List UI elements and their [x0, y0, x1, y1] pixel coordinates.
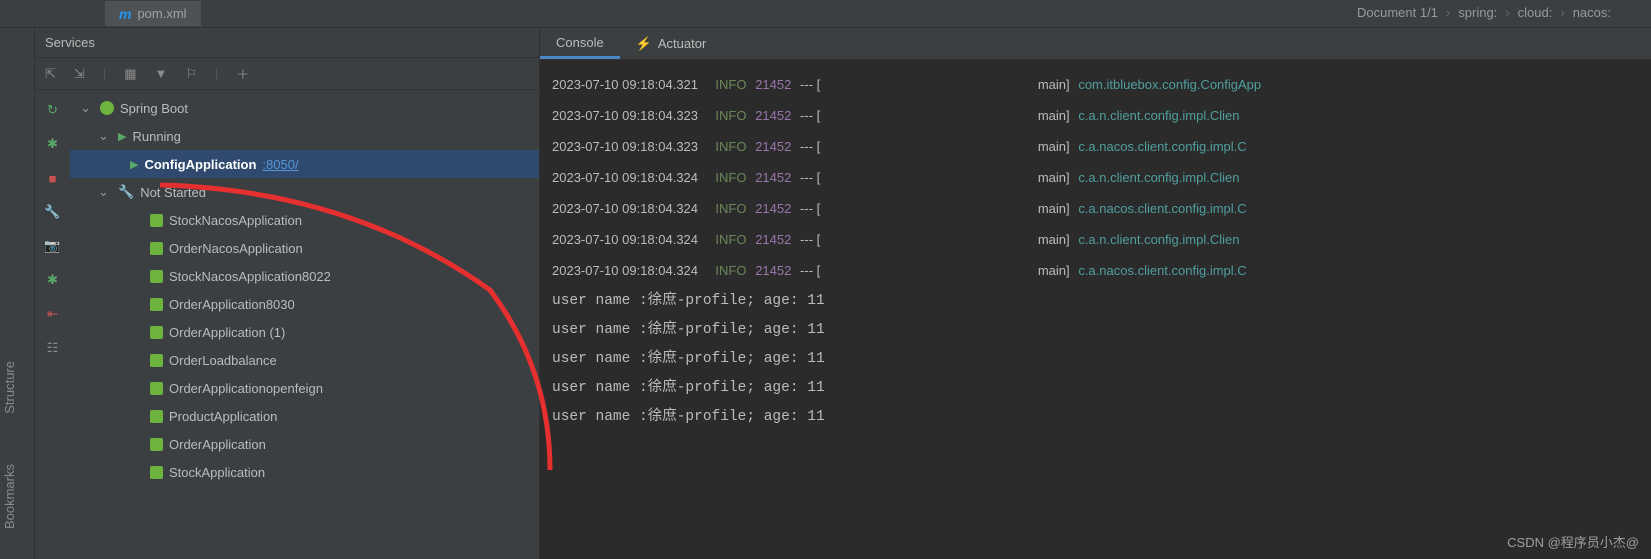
collapse-all-icon[interactable]: ⇲ — [74, 66, 85, 82]
console-output[interactable]: 2023-07-10 09:18:04.321 INFO 21452 --- [… — [540, 60, 1651, 559]
spring-icon — [150, 214, 163, 227]
spring-icon — [150, 326, 163, 339]
tree-app[interactable]: ProductApplication — [70, 402, 539, 430]
panel-title: Services — [45, 35, 95, 50]
bug-icon[interactable]: ✱ — [43, 270, 63, 290]
tree-app[interactable]: StockNacosApplication — [70, 206, 539, 234]
breadcrumb: Document 1/1› spring:› cloud:› nacos: — [1357, 5, 1611, 20]
tree-app[interactable]: OrderApplication8030 — [70, 290, 539, 318]
add-icon[interactable]: ＋ — [236, 64, 249, 83]
spring-icon — [150, 466, 163, 479]
app-name: ConfigApplication — [144, 157, 256, 172]
app-port-link[interactable]: :8050/ — [262, 157, 298, 172]
tab-actuator[interactable]: ⚡Actuator — [620, 28, 723, 59]
spring-icon — [150, 270, 163, 283]
tree-root[interactable]: ⌄ Spring Boot — [70, 94, 539, 122]
spring-icon — [100, 101, 114, 115]
debug-icon[interactable]: ✱ — [43, 134, 63, 154]
tree-app[interactable]: StockNacosApplication8022 — [70, 262, 539, 290]
actuator-icon: ⚡ — [636, 36, 652, 52]
play-icon: ▶ — [118, 130, 126, 143]
services-panel: Services ⇱ ⇲ | ▦ ▼ ⚐ | ＋ ↻ ✱ ■ 🔧 📷 ✱ ⇤ ☷ — [35, 28, 540, 559]
play-icon: ▶ — [130, 158, 138, 171]
exit-icon[interactable]: ⇤ — [43, 304, 63, 324]
breadcrumb-item[interactable]: spring: — [1458, 5, 1497, 20]
tree-app[interactable]: OrderApplicationopenfeign — [70, 374, 539, 402]
wrench-icon: 🔧 — [118, 184, 134, 200]
main-area: Services ⇱ ⇲ | ▦ ▼ ⚐ | ＋ ↻ ✱ ■ 🔧 📷 ✱ ⇤ ☷ — [0, 28, 1651, 559]
breadcrumb-item[interactable]: cloud: — [1518, 5, 1553, 20]
spring-icon — [150, 298, 163, 311]
top-bar: m pom.xml Document 1/1› spring:› cloud:›… — [0, 0, 1651, 28]
console-tabs: Console ⚡Actuator — [540, 28, 1651, 60]
bookmark-icon[interactable]: ⚐ — [185, 66, 197, 82]
watermark: CSDN @程序员小杰@ — [1507, 532, 1639, 551]
bookmarks-tab[interactable]: Bookmarks — [2, 464, 17, 529]
notstarted-label: Not Started — [140, 185, 206, 200]
spring-icon — [150, 242, 163, 255]
layout-icon[interactable]: ☷ — [43, 338, 63, 358]
panel-header: Services — [35, 28, 539, 58]
side-labels: Structure Bookmarks — [2, 361, 17, 529]
spring-icon — [150, 410, 163, 423]
tree-notstarted[interactable]: ⌄🔧 Not Started — [70, 178, 539, 206]
tree-app[interactable]: OrderApplication (1) — [70, 318, 539, 346]
spring-icon — [150, 438, 163, 451]
tree-app[interactable]: StockApplication — [70, 458, 539, 486]
tree-app[interactable]: OrderApplication — [70, 430, 539, 458]
tree-app[interactable]: OrderNacosApplication — [70, 234, 539, 262]
panel-toolbar: ⇱ ⇲ | ▦ ▼ ⚐ | ＋ — [35, 58, 539, 90]
stop-icon[interactable]: ■ — [43, 168, 63, 188]
breadcrumb-item[interactable]: Document 1/1 — [1357, 5, 1438, 20]
filter-icon[interactable]: ▼ — [155, 66, 168, 81]
grid-icon[interactable]: ▦ — [124, 66, 136, 82]
console-area: Console ⚡Actuator 2023-07-10 09:18:04.32… — [540, 28, 1651, 559]
maven-icon: m — [119, 6, 131, 22]
running-label: Running — [132, 129, 180, 144]
panel-body: ↻ ✱ ■ 🔧 📷 ✱ ⇤ ☷ ⌄ Spring Boot ⌄▶ Running — [35, 90, 539, 559]
breadcrumb-item[interactable]: nacos: — [1573, 5, 1611, 20]
tree-running[interactable]: ⌄▶ Running — [70, 122, 539, 150]
spring-icon — [150, 382, 163, 395]
tree-root-label: Spring Boot — [120, 101, 188, 116]
structure-tab[interactable]: Structure — [2, 361, 17, 414]
expand-all-icon[interactable]: ⇱ — [45, 66, 56, 82]
left-toolbar: ↻ ✱ ■ 🔧 📷 ✱ ⇤ ☷ — [35, 90, 70, 559]
spring-icon — [150, 354, 163, 367]
file-tab[interactable]: m pom.xml — [105, 1, 201, 26]
tree-app[interactable]: OrderLoadbalance — [70, 346, 539, 374]
tree-app-config[interactable]: ▶ ConfigApplication :8050/ — [70, 150, 539, 178]
camera-icon[interactable]: 📷 — [43, 236, 63, 256]
services-tree: ⌄ Spring Boot ⌄▶ Running ▶ ConfigApplica… — [70, 90, 539, 559]
tab-console[interactable]: Console — [540, 28, 620, 59]
wrench-icon[interactable]: 🔧 — [43, 202, 63, 222]
rerun-icon[interactable]: ↻ — [43, 100, 63, 120]
file-tab-name: pom.xml — [137, 6, 186, 21]
